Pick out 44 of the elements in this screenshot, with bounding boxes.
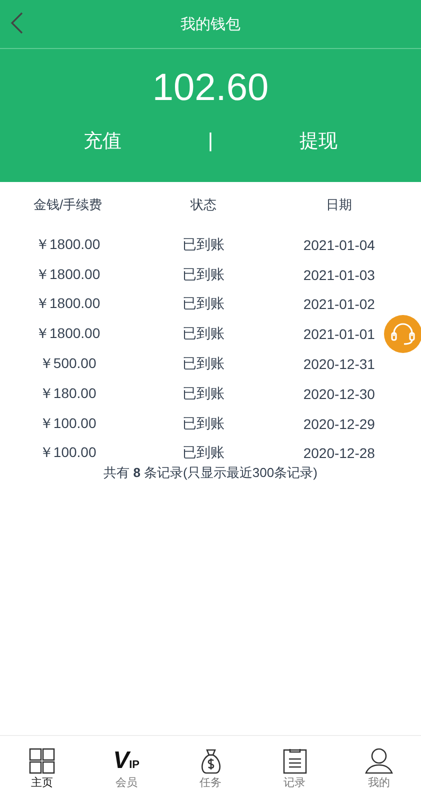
table-cell: 已到账 <box>182 295 224 314</box>
table-cell: ￥100.00 <box>39 414 96 433</box>
record-summary: 共有 8 条记录(只显示最近300条记录) <box>104 464 318 482</box>
column-header: 日期 <box>326 196 352 214</box>
column-header: 金钱/手续费 <box>34 196 102 214</box>
table-cell: 2020-12-31 <box>303 356 375 372</box>
table-cell: 已到账 <box>182 266 224 284</box>
vip-icon: VIP <box>113 748 140 774</box>
table-cell: 已到账 <box>182 444 224 462</box>
separator: | <box>208 130 214 152</box>
nav-tab[interactable]: 记录 <box>252 736 337 798</box>
table-cell: 已到账 <box>182 236 224 254</box>
table-cell: 2021-01-04 <box>303 236 375 253</box>
table-cell: 2020-12-28 <box>303 445 375 462</box>
table-cell: 已到账 <box>182 414 224 433</box>
table-cell: ￥500.00 <box>39 355 96 374</box>
grid-icon <box>29 748 56 774</box>
table-cell: 2021-01-02 <box>303 296 375 312</box>
person-icon <box>364 748 393 774</box>
table-cell: 2021-01-03 <box>303 266 375 283</box>
nav-tab[interactable]: 任务 <box>168 736 253 798</box>
table-cell: 2020-12-29 <box>303 416 375 432</box>
back-icon[interactable] <box>10 12 24 34</box>
support-headset-icon[interactable] <box>383 314 421 354</box>
column-header: 状态 <box>190 196 216 214</box>
page-title: 我的钱包 <box>180 14 240 34</box>
table-cell: ￥1800.00 <box>36 236 100 254</box>
table-cell: 已到账 <box>182 384 224 403</box>
clipboard-icon <box>282 748 308 774</box>
balance-amount: 102.60 <box>152 67 269 110</box>
nav-tab[interactable]: 我的 <box>336 736 421 798</box>
table-cell: 2020-12-30 <box>303 386 375 402</box>
table-cell: 已到账 <box>182 355 224 374</box>
table-cell: ￥1800.00 <box>36 295 100 314</box>
table-cell: ￥180.00 <box>39 384 96 403</box>
table-cell: ￥1800.00 <box>36 266 100 284</box>
action-button[interactable]: 提现 <box>300 128 338 154</box>
action-button[interactable]: 充值 <box>83 128 122 154</box>
nav-tab[interactable]: 主页 <box>0 736 84 798</box>
nav-tab[interactable]: VIP 会员 <box>84 736 168 798</box>
table-cell: 已到账 <box>182 325 224 344</box>
table-cell: ￥1800.00 <box>36 325 100 344</box>
table-cell: 2021-01-01 <box>303 326 375 342</box>
table-cell: ￥100.00 <box>39 444 96 462</box>
